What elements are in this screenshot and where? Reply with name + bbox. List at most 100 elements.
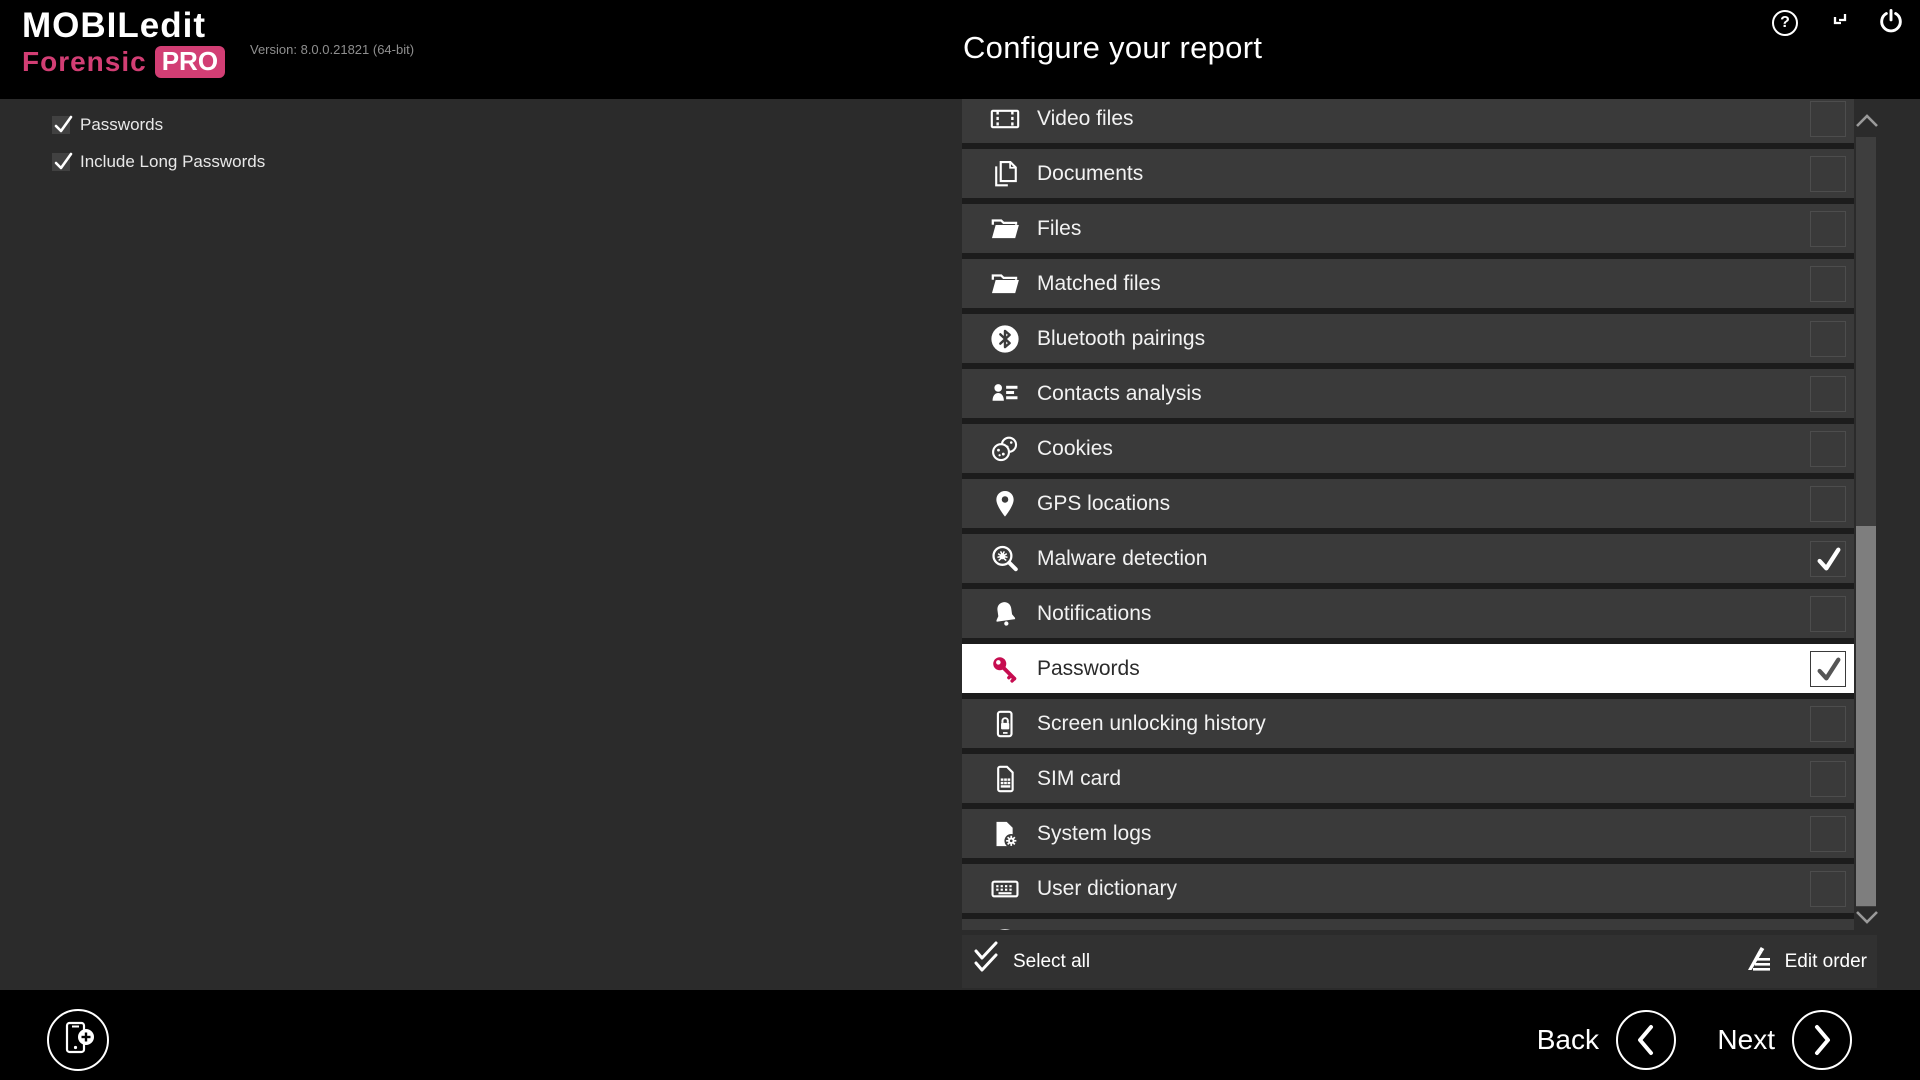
chevron-up-icon bbox=[1854, 118, 1880, 135]
report-item-row[interactable]: Files bbox=[962, 204, 1854, 253]
report-item-label: Malware detection bbox=[1037, 547, 1207, 571]
report-item-label: Contacts analysis bbox=[1037, 382, 1202, 406]
scrollbar-track[interactable] bbox=[1856, 137, 1876, 907]
footer: Back Next bbox=[0, 990, 1920, 1080]
report-item-checkbox[interactable] bbox=[1810, 816, 1846, 852]
report-item-row[interactable]: System logs bbox=[962, 809, 1854, 858]
report-item-row[interactable]: Notifications bbox=[962, 589, 1854, 638]
report-item-checkbox[interactable] bbox=[1810, 761, 1846, 797]
option-checkbox-row[interactable]: Include Long Passwords bbox=[52, 152, 265, 172]
report-item-label: Documents bbox=[1037, 162, 1143, 186]
report-item-label: Screen unlocking history bbox=[1037, 712, 1266, 736]
report-item-label: Files bbox=[1037, 217, 1081, 241]
report-item-checkbox[interactable] bbox=[1810, 486, 1846, 522]
report-item-row[interactable]: Bluetooth pairings bbox=[962, 314, 1854, 363]
report-item-row[interactable]: Video files bbox=[962, 99, 1854, 143]
report-item-row[interactable]: Matched files bbox=[962, 259, 1854, 308]
version-text: Version: 8.0.0.21821 (64-bit) bbox=[250, 42, 414, 57]
folder-icon bbox=[988, 267, 1022, 301]
dock-button[interactable] bbox=[1823, 8, 1853, 38]
report-item-checkbox[interactable] bbox=[1810, 101, 1846, 137]
page-title: Configure your report bbox=[963, 30, 1262, 66]
report-item-row[interactable]: Cookies bbox=[962, 424, 1854, 473]
report-item-row[interactable]: SIM card bbox=[962, 754, 1854, 803]
edit-order-button[interactable]: Edit order bbox=[1744, 946, 1867, 977]
report-item-label: Video files bbox=[1037, 107, 1134, 131]
scroll-up-button[interactable] bbox=[1854, 111, 1880, 131]
report-item-label: System logs bbox=[1037, 822, 1151, 846]
report-item-label: User dictionary bbox=[1037, 877, 1177, 901]
select-all-label: Select all bbox=[1013, 951, 1090, 973]
select-all-icon bbox=[972, 941, 1000, 982]
back-label: Back bbox=[1537, 1024, 1599, 1056]
globe-partial-icon bbox=[988, 927, 1022, 931]
report-item-label: SIM card bbox=[1037, 767, 1121, 791]
help-button[interactable]: ? bbox=[1770, 8, 1800, 38]
report-item-checkbox[interactable] bbox=[1810, 376, 1846, 412]
report-item-checkbox[interactable] bbox=[1810, 541, 1846, 577]
report-item-checkbox[interactable] bbox=[1810, 651, 1846, 687]
next-button[interactable]: Next bbox=[1717, 1010, 1852, 1070]
report-items-list: Video files Documents Files Matched file… bbox=[962, 99, 1854, 930]
report-item-label: Passwords bbox=[1037, 657, 1140, 681]
report-item-checkbox[interactable] bbox=[1810, 596, 1846, 632]
report-item-checkbox[interactable] bbox=[1810, 706, 1846, 742]
keyboard-icon bbox=[988, 872, 1022, 906]
report-item-checkbox[interactable] bbox=[1810, 321, 1846, 357]
report-item-label: GPS locations bbox=[1037, 492, 1170, 516]
report-item-checkbox[interactable] bbox=[1810, 156, 1846, 192]
list-actions-bar: Select all Edit order bbox=[962, 935, 1877, 988]
location-pin-icon bbox=[988, 487, 1022, 521]
report-item-checkbox[interactable] bbox=[1810, 211, 1846, 247]
malware-scan-icon bbox=[988, 542, 1022, 576]
chevron-right-icon bbox=[1792, 1010, 1852, 1070]
bell-icon bbox=[988, 597, 1022, 631]
report-item-label: Matched files bbox=[1037, 272, 1161, 296]
report-item-row[interactable] bbox=[962, 919, 1854, 930]
video-files-icon bbox=[988, 102, 1022, 136]
report-item-row[interactable]: User dictionary bbox=[962, 864, 1854, 913]
report-item-row[interactable]: Screen unlocking history bbox=[962, 699, 1854, 748]
content-area: Passwords Include Long Passwords Video f… bbox=[0, 99, 1920, 990]
edit-order-icon bbox=[1744, 946, 1774, 977]
contacts-icon bbox=[988, 377, 1022, 411]
report-item-row[interactable]: Documents bbox=[962, 149, 1854, 198]
dock-icon bbox=[1826, 9, 1850, 38]
add-phone-icon bbox=[56, 1016, 100, 1065]
add-phone-button[interactable] bbox=[47, 1009, 109, 1071]
report-item-row[interactable]: Malware detection bbox=[962, 534, 1854, 583]
app-logo: MOBILedit Forensic PRO bbox=[22, 7, 225, 78]
back-button[interactable]: Back bbox=[1537, 1010, 1676, 1070]
system-logs-icon bbox=[988, 817, 1022, 851]
report-item-checkbox[interactable] bbox=[1810, 266, 1846, 302]
scrollbar-thumb[interactable] bbox=[1856, 526, 1876, 906]
scroll-down-button[interactable] bbox=[1854, 907, 1880, 927]
checkbox-label: Passwords bbox=[80, 115, 163, 135]
options-panel: Passwords Include Long Passwords bbox=[52, 115, 265, 189]
report-item-checkbox[interactable] bbox=[1810, 431, 1846, 467]
edit-order-label: Edit order bbox=[1785, 951, 1867, 973]
screen-lock-icon bbox=[988, 707, 1022, 741]
report-item-label: Notifications bbox=[1037, 602, 1151, 626]
key-icon bbox=[988, 652, 1022, 686]
option-checkbox-row[interactable]: Passwords bbox=[52, 115, 265, 135]
checkbox[interactable] bbox=[52, 116, 70, 134]
cookies-icon bbox=[988, 432, 1022, 466]
power-icon bbox=[1877, 7, 1905, 40]
logo-mobiledit: MOBILedit bbox=[22, 7, 225, 45]
chevron-left-icon bbox=[1616, 1010, 1676, 1070]
checkbox-label: Include Long Passwords bbox=[80, 152, 265, 172]
report-item-checkbox[interactable] bbox=[1810, 871, 1846, 907]
report-item-row[interactable]: Passwords bbox=[962, 644, 1854, 693]
report-item-label: Cookies bbox=[1037, 437, 1113, 461]
power-button[interactable] bbox=[1876, 8, 1906, 38]
checkbox[interactable] bbox=[52, 153, 70, 171]
folder-icon bbox=[988, 212, 1022, 246]
bluetooth-icon bbox=[988, 322, 1022, 356]
logo-pro-badge: PRO bbox=[155, 46, 225, 78]
report-item-row[interactable]: GPS locations bbox=[962, 479, 1854, 528]
select-all-button[interactable]: Select all bbox=[972, 941, 1090, 982]
report-item-row[interactable]: Contacts analysis bbox=[962, 369, 1854, 418]
header: MOBILedit Forensic PRO Version: 8.0.0.21… bbox=[0, 0, 1920, 99]
next-label: Next bbox=[1717, 1024, 1775, 1056]
